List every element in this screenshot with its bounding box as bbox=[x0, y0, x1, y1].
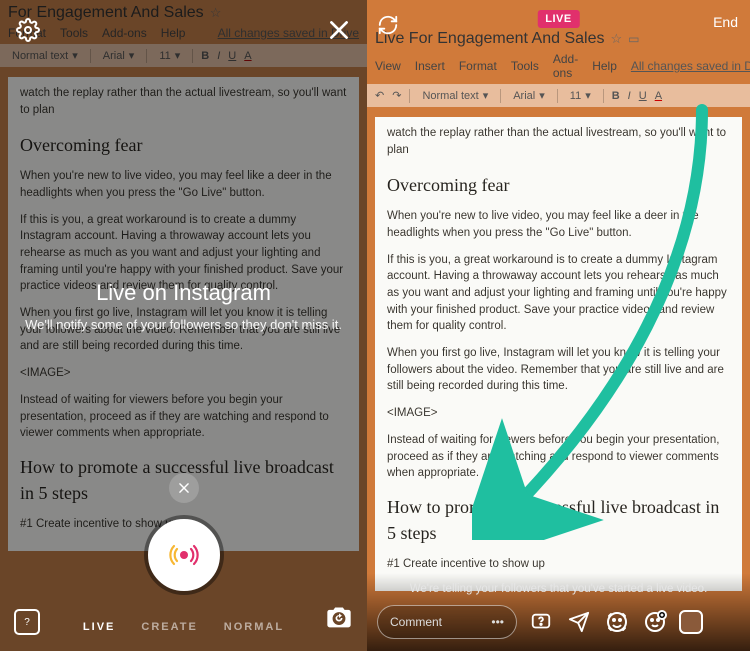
flip-camera-button[interactable] bbox=[377, 14, 399, 41]
instagram-live-screen: Live For Engagement And Sales ☆ ▭ View I… bbox=[367, 0, 750, 651]
mode-live[interactable]: LIVE bbox=[83, 621, 115, 633]
close-button[interactable] bbox=[325, 16, 353, 44]
prelive-subtext: We'll notify some of your followers so t… bbox=[24, 316, 343, 334]
live-bottom-bar: We're telling your followers that you've… bbox=[367, 573, 750, 651]
settings-button[interactable] bbox=[14, 16, 42, 44]
camera-modes[interactable]: LIVE CREATE NORMAL bbox=[0, 621, 367, 633]
live-overlay: LIVE End We're telling your followers th… bbox=[367, 0, 750, 651]
face-filter-button[interactable] bbox=[603, 608, 631, 636]
live-top-bar: LIVE End bbox=[367, 6, 750, 62]
comment-more-icon[interactable]: ••• bbox=[491, 615, 504, 629]
mode-create[interactable]: CREATE bbox=[141, 621, 197, 633]
gallery-button[interactable]: ? bbox=[14, 609, 40, 635]
instagram-prelive-screen: For Engagement And Sales ☆ Format Tools … bbox=[0, 0, 367, 651]
go-live-button[interactable] bbox=[148, 519, 220, 591]
color-swatch-button[interactable] bbox=[679, 610, 703, 634]
live-badge: LIVE bbox=[537, 10, 579, 28]
live-status-text: We're telling your followers that you've… bbox=[377, 583, 740, 595]
dismiss-button[interactable] bbox=[169, 473, 199, 503]
questions-button[interactable] bbox=[527, 608, 555, 636]
share-button[interactable] bbox=[565, 608, 593, 636]
mode-normal[interactable]: NORMAL bbox=[224, 621, 284, 633]
comment-placeholder: Comment bbox=[390, 615, 442, 629]
add-guest-button[interactable] bbox=[641, 608, 669, 636]
annotation-arrow bbox=[472, 100, 732, 540]
gallery-placeholder: ? bbox=[24, 617, 30, 628]
camera-switch-button[interactable] bbox=[325, 604, 353, 637]
prelive-message: Live on Instagram We'll notify some of y… bbox=[0, 280, 367, 334]
prelive-headline: Live on Instagram bbox=[24, 280, 343, 306]
comment-input[interactable]: Comment ••• bbox=[377, 605, 517, 639]
prelive-overlay: Live on Instagram We'll notify some of y… bbox=[0, 0, 367, 651]
end-live-button[interactable]: End bbox=[713, 14, 738, 30]
